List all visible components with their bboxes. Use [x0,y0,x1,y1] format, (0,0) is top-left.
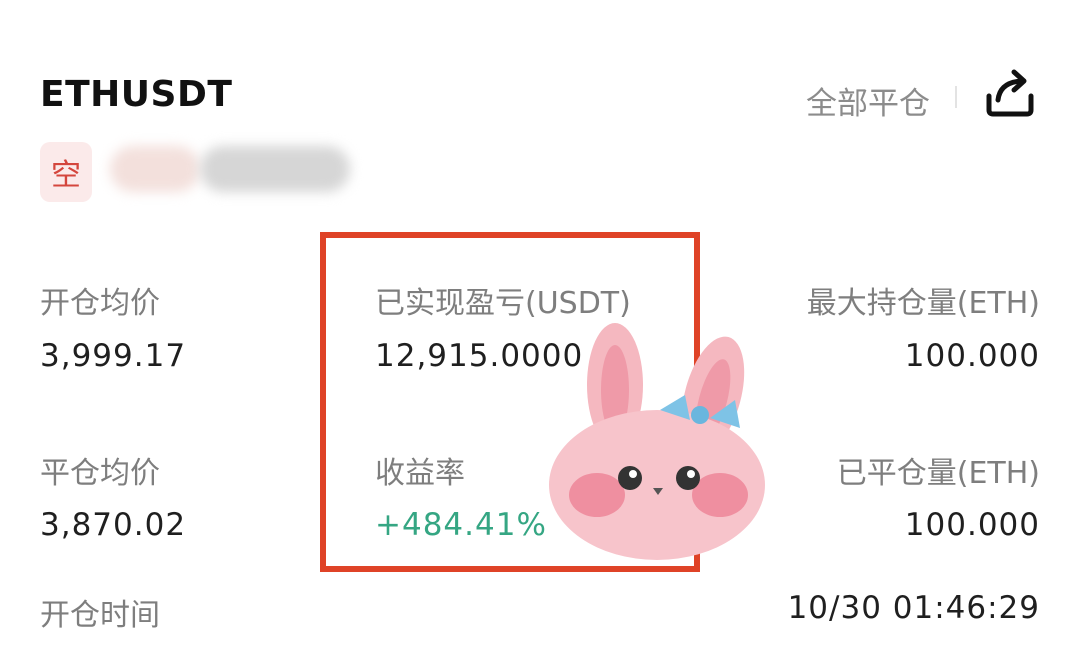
share-icon [986,69,1034,117]
side-badge: 空 [40,142,92,202]
blurred-leverage [110,146,200,192]
share-button[interactable] [984,68,1036,118]
header-divider [955,86,957,108]
avg-open-price-value: 3,999.17 [40,338,187,374]
max-position-label: 最大持仓量(ETH) [806,286,1040,321]
avg-close-price-label: 平仓均价 [40,456,160,491]
closed-amount-label: 已平仓量(ETH) [836,456,1040,491]
blurred-margin-mode [200,146,350,192]
avg-open-price-label: 开仓均价 [40,286,160,321]
bunny-sticker [549,323,765,560]
avg-close-price-value: 3,870.02 [40,507,187,543]
close-all-button[interactable]: 全部平仓 [806,78,930,123]
symbol-title: ETHUSDT [40,74,233,115]
open-time-label: 开仓时间 [40,598,160,633]
closed-amount-value: 100.000 [904,507,1040,543]
max-position-value: 100.000 [904,338,1040,374]
open-time-value: 10/30 01:46:29 [787,590,1040,626]
